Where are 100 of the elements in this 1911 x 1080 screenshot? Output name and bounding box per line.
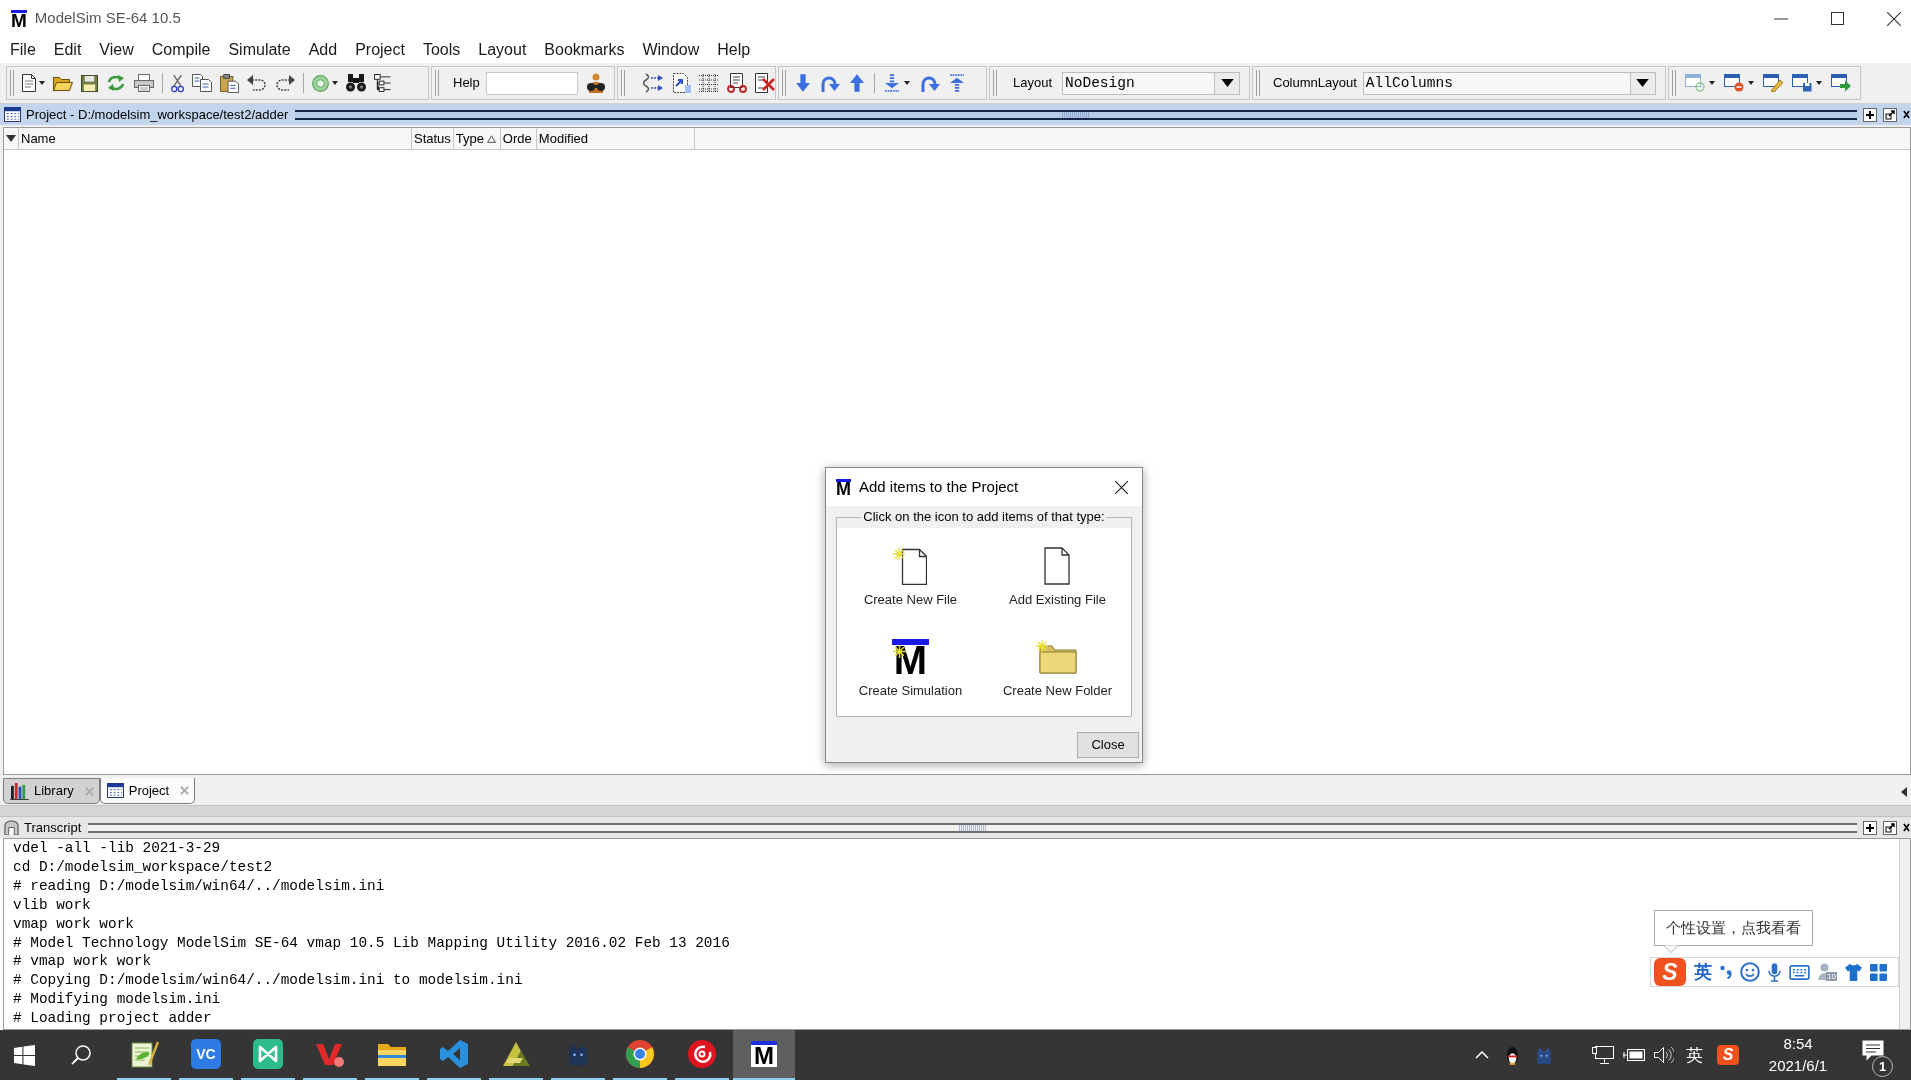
caret-icon[interactable] [332, 81, 338, 85]
menu-item[interactable]: View [99, 40, 134, 60]
column-header[interactable]: Modified [536, 128, 695, 149]
app-logo[interactable]: S [1654, 958, 1686, 986]
dotted-arrow-down-icon[interactable] [885, 74, 899, 92]
copy-icon[interactable] [192, 74, 212, 92]
caret-icon[interactable] [904, 81, 910, 85]
option-button[interactable]: Create New Folder [1002, 638, 1113, 699]
document-arrow-icon[interactable] [671, 73, 691, 93]
caret-icon[interactable] [1748, 81, 1754, 85]
document-icon[interactable] [22, 74, 36, 92]
menu-item[interactable]: Help [717, 40, 751, 60]
refresh-icon[interactable] [106, 74, 126, 92]
close-icon[interactable] [1903, 821, 1910, 834]
column-header[interactable]: Name [19, 128, 412, 149]
folder-icon[interactable] [53, 75, 73, 91]
drag-handle[interactable] [88, 822, 1857, 833]
caret-icon[interactable] [1636, 79, 1650, 87]
keyboard-icon[interactable] [1789, 964, 1810, 980]
ring-icon [625, 1039, 655, 1069]
column-header[interactable]: Type [453, 128, 501, 149]
grid-icon[interactable] [1869, 963, 1887, 981]
undo-icon[interactable] [247, 75, 267, 91]
speaker-icon[interactable] [1654, 1046, 1674, 1064]
menu-item[interactable]: Simulate [228, 40, 291, 60]
taskbar-button[interactable]: M [733, 1030, 795, 1080]
tab[interactable]: Project [99, 778, 196, 804]
search-icon[interactable] [70, 1045, 91, 1065]
caret-icon[interactable] [1220, 79, 1234, 87]
four-panes-icon[interactable] [13, 1044, 35, 1066]
console-line: cd D:/modelsim_workspace/test2 [13, 857, 273, 877]
arrow-down-icon[interactable] [796, 74, 810, 92]
close-button[interactable]: Close [1077, 732, 1139, 758]
caret-icon[interactable] [1816, 81, 1822, 85]
document-rings-icon[interactable] [727, 73, 747, 93]
clock-date[interactable]: 2021/6/1 [1768, 1055, 1828, 1077]
tree-list-icon[interactable] [374, 73, 391, 93]
maximize-icon[interactable] [1831, 12, 1844, 25]
curved-arrow-icon[interactable] [920, 74, 940, 92]
window-arrow-icon[interactable] [1831, 74, 1851, 92]
redo-icon[interactable] [275, 75, 295, 91]
close-icon[interactable] [1903, 108, 1910, 121]
caret-icon[interactable] [39, 81, 45, 85]
punctuation-icon[interactable] [1720, 965, 1732, 979]
clock-time[interactable]: 8:54 [1783, 1033, 1813, 1055]
menu-item[interactable]: Tools [422, 40, 461, 60]
smiley-icon[interactable] [1740, 962, 1760, 982]
menu-item[interactable]: Edit [53, 40, 82, 60]
caret-icon[interactable] [6, 135, 16, 142]
menu-item[interactable]: Layout [478, 40, 527, 60]
menu-item[interactable]: Project [355, 40, 405, 60]
menu-item[interactable]: Compile [151, 40, 211, 60]
scissors-icon[interactable] [171, 73, 184, 93]
shirt-icon[interactable] [1844, 963, 1862, 981]
undock-icon[interactable] [1883, 820, 1897, 835]
dropdown[interactable]: NoDesign [1062, 71, 1241, 95]
sort-icon[interactable] [487, 134, 497, 143]
column-header[interactable]: Orde [500, 128, 537, 149]
app-logo[interactable]: S [1717, 1045, 1739, 1065]
dotted-grid-icon[interactable] [699, 74, 719, 92]
monitor-icon[interactable] [1592, 1046, 1614, 1064]
window-disk-icon[interactable] [1792, 74, 1812, 92]
chevron-up-icon[interactable] [1475, 1051, 1489, 1059]
squiggle-arrows-icon[interactable] [643, 73, 663, 93]
scrollbar[interactable] [1899, 839, 1910, 1029]
curved-arrow-icon[interactable] [820, 74, 840, 92]
plus-icon[interactable] [1863, 820, 1877, 835]
person-binoculars-icon[interactable] [585, 73, 606, 93]
option-button[interactable]: Create New File [863, 547, 958, 608]
minimize-icon[interactable] [1774, 17, 1788, 20]
window-minus-icon[interactable] [1724, 74, 1744, 92]
column-header[interactable]: Status [412, 128, 454, 149]
battery-icon[interactable] [1623, 1049, 1645, 1061]
dropdown[interactable]: AllColumns [1362, 71, 1656, 95]
penguin-icon[interactable] [1504, 1045, 1520, 1065]
tab[interactable]: Library [3, 778, 100, 804]
taskbar-button[interactable]: VC [175, 1030, 237, 1080]
document-cross-icon[interactable] [755, 73, 775, 93]
plus-icon[interactable] [1863, 107, 1877, 122]
printer-icon[interactable] [134, 74, 154, 92]
caret-icon[interactable] [1709, 81, 1715, 85]
arrow-left-icon[interactable] [1901, 786, 1907, 797]
drag-handle[interactable] [295, 109, 1857, 120]
close-icon[interactable] [1887, 11, 1901, 26]
menu-item[interactable]: File [10, 40, 36, 60]
arrow-up-icon[interactable] [850, 74, 864, 92]
close-icon[interactable] [1115, 480, 1128, 494]
undock-icon[interactable] [1883, 107, 1897, 122]
help-field[interactable] [485, 71, 578, 95]
option-button[interactable]: Add Existing File [1009, 547, 1106, 608]
microphone-icon[interactable] [1768, 962, 1781, 982]
binoculars-icon[interactable] [346, 74, 366, 92]
dotted-arrow-up-icon[interactable] [950, 74, 964, 92]
clipboard-icon[interactable] [220, 73, 239, 93]
input-mode[interactable]: 英 [1694, 961, 1712, 983]
menu-item[interactable]: Window [642, 40, 700, 60]
menu-item[interactable]: Bookmarks [544, 40, 625, 60]
window-pencil-icon[interactable] [1763, 74, 1783, 92]
menu-item[interactable]: Add [308, 40, 338, 60]
input-mode[interactable]: 英 [1685, 1045, 1703, 1065]
